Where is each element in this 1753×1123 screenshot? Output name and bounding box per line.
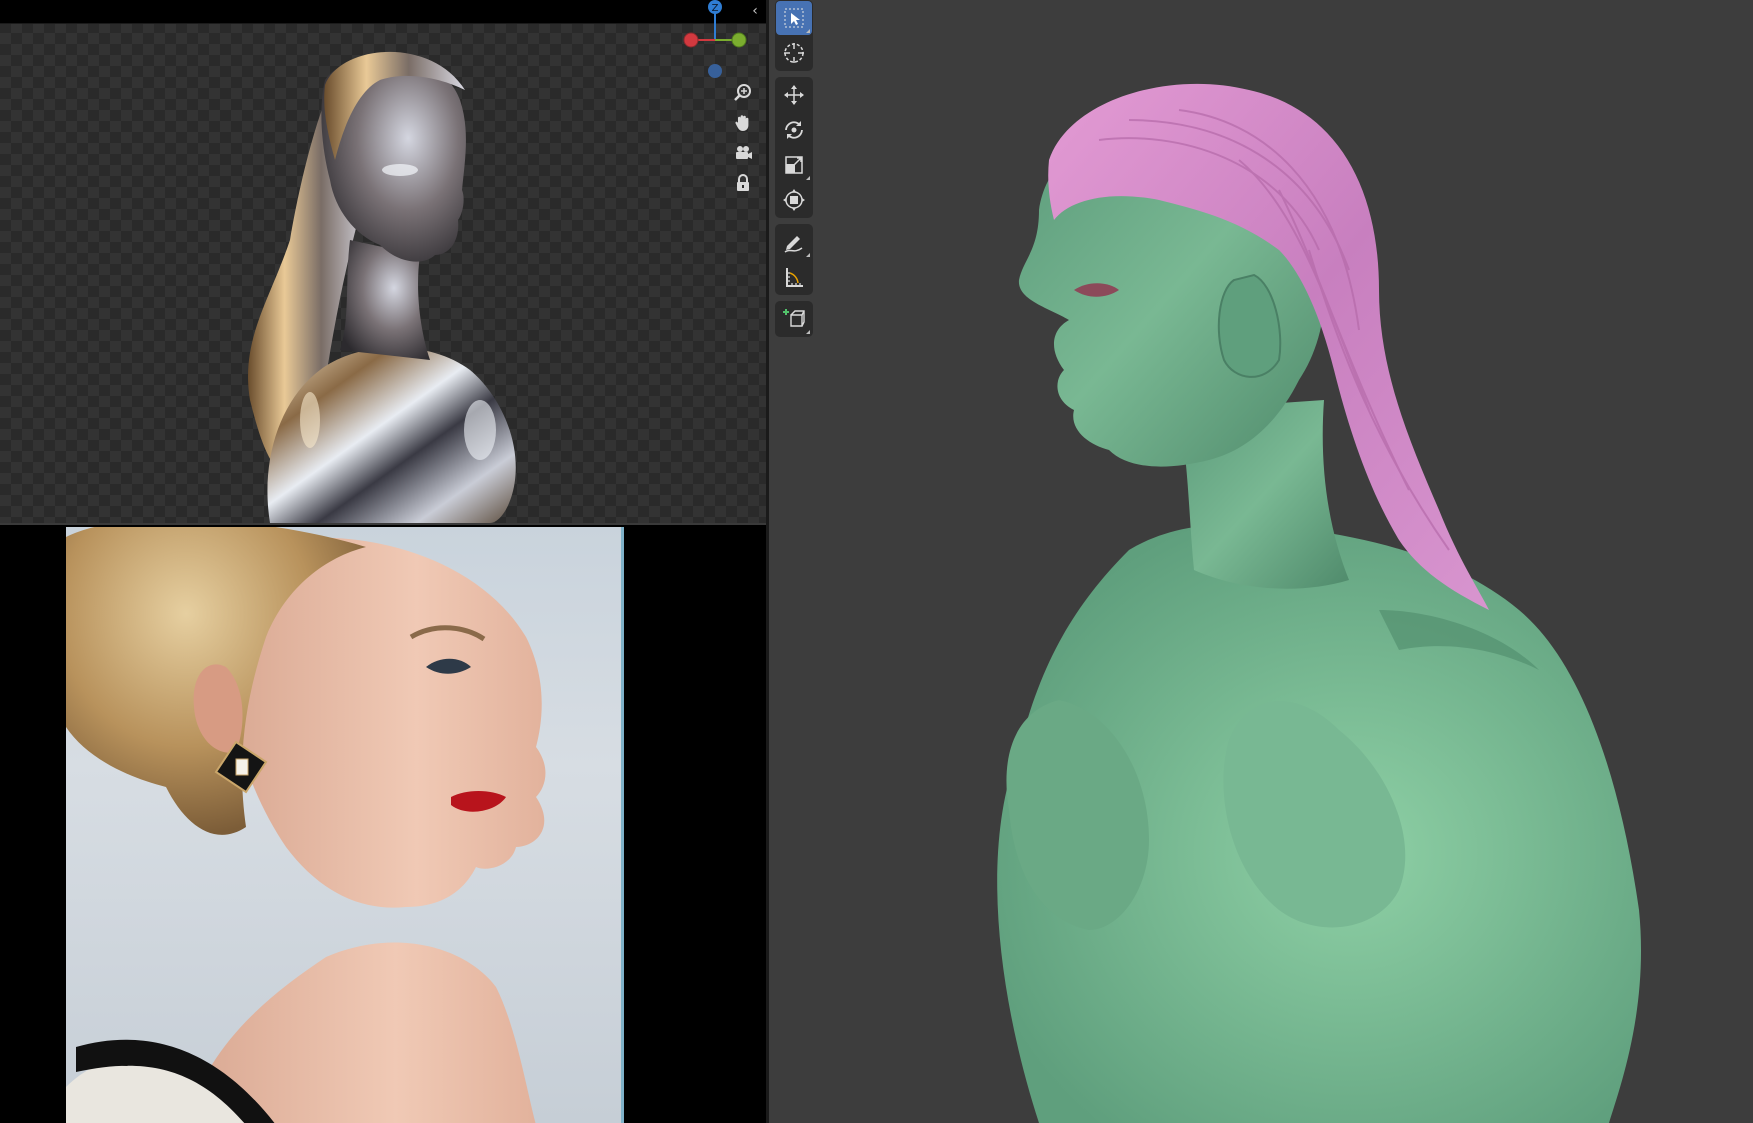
tool-group-transform bbox=[775, 77, 813, 218]
render-viewport[interactable]: ‹ Z bbox=[0, 0, 766, 523]
measure-icon bbox=[786, 268, 803, 287]
add-cube-icon bbox=[783, 309, 805, 327]
tool-group-select bbox=[775, 0, 813, 71]
tool-variants-indicator bbox=[806, 253, 810, 257]
cursor-icon bbox=[784, 43, 804, 63]
add-cube-tool[interactable] bbox=[776, 302, 812, 336]
annotate-icon bbox=[784, 236, 803, 253]
tool-variants-indicator bbox=[806, 29, 810, 33]
blender-workspace: ‹ Z bbox=[0, 0, 1753, 1123]
navigation-gizmo[interactable]: Z bbox=[678, 0, 750, 80]
scale-icon bbox=[785, 156, 803, 174]
move-tool[interactable] bbox=[776, 78, 812, 112]
camera-view-icon[interactable] bbox=[730, 140, 756, 166]
lock-icon[interactable] bbox=[730, 170, 756, 196]
annotate-tool[interactable] bbox=[776, 225, 812, 259]
gizmo-z-label: Z bbox=[712, 3, 719, 14]
measure-tool[interactable] bbox=[776, 260, 812, 294]
collapse-sidebar-icon[interactable]: ‹ bbox=[748, 2, 762, 20]
image-editor-panel[interactable] bbox=[0, 523, 766, 1123]
tool-variants-indicator bbox=[806, 176, 810, 180]
tool-variants-indicator bbox=[806, 330, 810, 334]
select-box-icon bbox=[784, 8, 804, 28]
scale-tool[interactable] bbox=[776, 148, 812, 182]
move-icon bbox=[784, 85, 804, 105]
gizmo-y-axis[interactable] bbox=[731, 32, 747, 48]
sculpt-mesh[interactable] bbox=[979, 50, 1699, 1123]
sculpt-viewport[interactable] bbox=[769, 0, 1753, 1123]
zoom-icon[interactable] bbox=[730, 80, 756, 106]
gizmo-x-axis[interactable] bbox=[683, 32, 699, 48]
viewport-header: ‹ bbox=[0, 0, 766, 24]
tool-group-annotate bbox=[775, 224, 813, 295]
transform-icon bbox=[783, 189, 805, 211]
rotate-tool[interactable] bbox=[776, 113, 812, 147]
reference-portrait-illustration bbox=[66, 527, 546, 1123]
cursor-tool[interactable] bbox=[776, 36, 812, 70]
rotate-icon bbox=[785, 121, 803, 139]
tool-shelf bbox=[775, 0, 813, 343]
select-box-tool[interactable] bbox=[776, 1, 812, 35]
transform-tool[interactable] bbox=[776, 183, 812, 217]
pan-hand-icon[interactable] bbox=[730, 110, 756, 136]
tool-group-add bbox=[775, 301, 813, 337]
reference-photo bbox=[66, 527, 624, 1123]
viewport-nav-tools bbox=[730, 80, 756, 200]
gizmo-neg-z-axis[interactable] bbox=[708, 64, 722, 78]
chrome-bust-render bbox=[248, 51, 516, 523]
